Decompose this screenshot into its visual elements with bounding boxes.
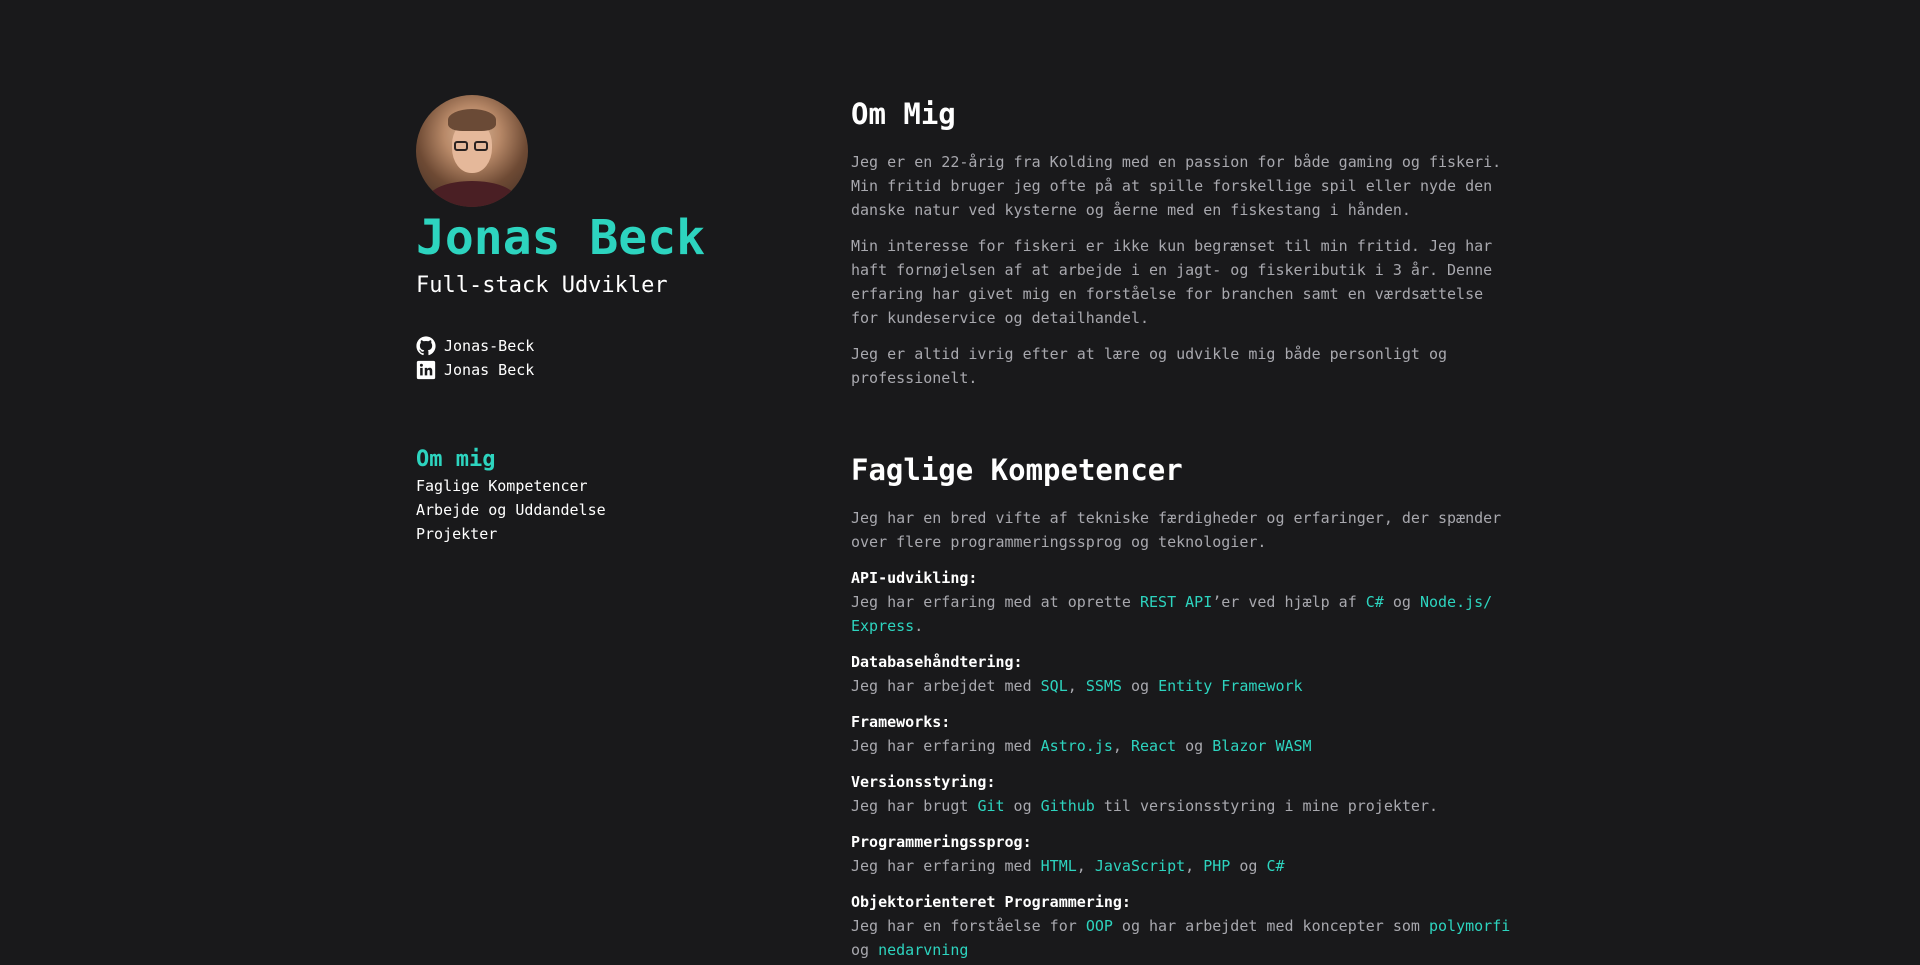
profile-sidebar: Jonas Beck Full-stack Udvikler Jonas-Bec… [416,95,796,546]
tech-highlight: OOP [1085,917,1113,935]
social-links: Jonas-Beck Jonas Beck [416,334,796,382]
tech-highlight: nedarvning [878,941,969,959]
avatar-hair [448,109,496,131]
nav-item-om-mig[interactable]: Om mig [416,446,796,474]
skill-title: Programmeringssprog: [851,833,1032,851]
skill-title: Versionsstyring: [851,773,996,791]
skill-description: Jeg har erfaring med Astro.js, React og … [851,737,1312,755]
tech-highlight: Github [1040,797,1095,815]
main-content: Om Mig Jeg er en 22-årig fra Kolding med… [851,96,1511,962]
tech-highlight: Blazor WASM [1212,737,1312,755]
linkedin-name: Jonas Beck [444,361,535,380]
tech-highlight: Git [977,797,1005,815]
nav-item-arbejde-og-uddannelse[interactable]: Arbejde og Uddandelse [416,498,796,522]
tech-highlight: Entity Framework [1158,677,1303,695]
nav-item-projekter[interactable]: Projekter [416,522,796,546]
tech-highlight: SQL [1040,677,1068,695]
skill-title: Objektorienteret Programmering: [851,893,1131,911]
skill-api: API-udvikling: Jeg har erfaring med at o… [851,566,1511,638]
tech-highlight: C# [1365,593,1384,611]
profile-name: Jonas Beck [416,210,705,266]
skill-description: Jeg har en forståelse for OOP og har arb… [851,917,1511,959]
skills-section: Faglige Kompetencer Jeg har en bred vift… [851,452,1511,962]
tech-highlight: React [1130,737,1177,755]
tech-highlight: polymorfi [1428,917,1511,935]
section-nav: Om mig Faglige Kompetencer Arbejde og Ud… [416,446,796,546]
about-paragraph: Jeg er altid ivrig efter at lære og udvi… [851,345,1448,387]
github-username: Jonas-Beck [444,337,535,356]
avatar [416,95,528,207]
skill-title: Databasehåndtering: [851,653,1023,671]
about-section: Om Mig Jeg er en 22-årig fra Kolding med… [851,96,1511,390]
tech-highlight: PHP [1203,857,1231,875]
linkedin-icon [416,361,436,380]
about-paragraph: Min interesse for fiskeri er ikke kun be… [851,237,1493,327]
skill-title: Frameworks: [851,713,951,731]
skills-title: Faglige Kompetencer [851,453,1183,487]
tech-highlight: Astro.js [1040,737,1113,755]
tech-highlight: REST API [1139,593,1213,611]
skill-title: API-udvikling: [851,569,978,587]
skill-description: Jeg har arbejdet med SQL, SSMS og Entity… [851,677,1303,695]
skill-description: Jeg har erfaring med HTML, JavaScript, P… [851,857,1285,875]
tech-highlight: C# [1266,857,1285,875]
avatar-shirt [428,181,516,207]
skill-languages: Programmeringssprog: Jeg har erfaring me… [851,830,1511,878]
avatar-glasses [454,141,490,151]
github-icon [416,336,436,356]
profile-role: Full-stack Udvikler [416,273,668,299]
about-title: Om Mig [851,97,956,131]
nav-item-faglige-kompetencer[interactable]: Faglige Kompetencer [416,474,796,498]
skill-oop: Objektorienteret Programmering: Jeg har … [851,890,1511,962]
about-paragraph: Jeg er en 22-årig fra Kolding med en pas… [851,153,1502,219]
skill-version-control: Versionsstyring: Jeg har brugt Git og Gi… [851,770,1511,818]
skill-frameworks: Frameworks: Jeg har erfaring med Astro.j… [851,710,1511,758]
portfolio-page: Jonas Beck Full-stack Udvikler Jonas-Bec… [0,0,1920,965]
skills-intro: Jeg har en bred vifte af tekniske færdig… [851,509,1502,551]
skill-database: Databasehåndtering: Jeg har arbejdet med… [851,650,1511,698]
skill-description: Jeg har erfaring med at oprette REST API… [851,593,1493,635]
tech-highlight: JavaScript [1094,857,1186,875]
github-link[interactable]: Jonas-Beck [416,334,796,358]
skill-description: Jeg har brugt Git og Github til versions… [851,797,1439,815]
tech-highlight: HTML [1040,857,1077,875]
linkedin-link[interactable]: Jonas Beck [416,358,796,382]
tech-highlight: SSMS [1085,677,1122,695]
